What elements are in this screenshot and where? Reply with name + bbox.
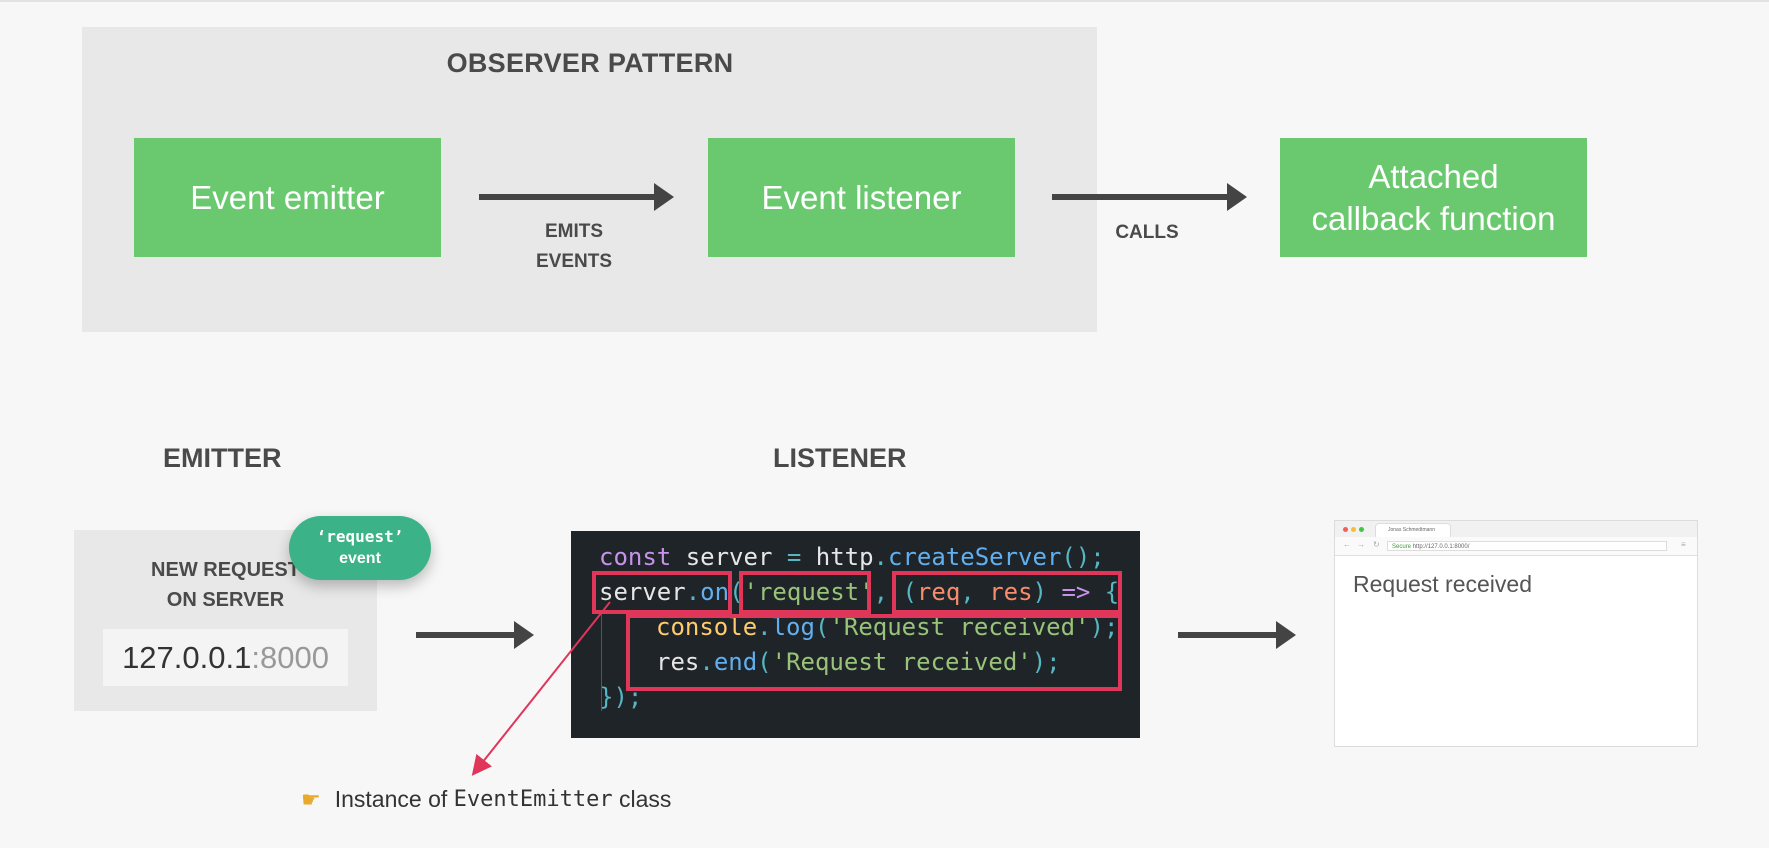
note-class-name: EventEmitter	[453, 787, 613, 812]
instance-note: ☛ Instance of EventEmitter class	[301, 786, 671, 813]
pointing-hand-icon: ☛	[301, 786, 321, 812]
note-suffix: class	[619, 786, 672, 812]
note-prefix: Instance of	[334, 786, 448, 812]
instance-pointer-arrow	[471, 601, 611, 776]
